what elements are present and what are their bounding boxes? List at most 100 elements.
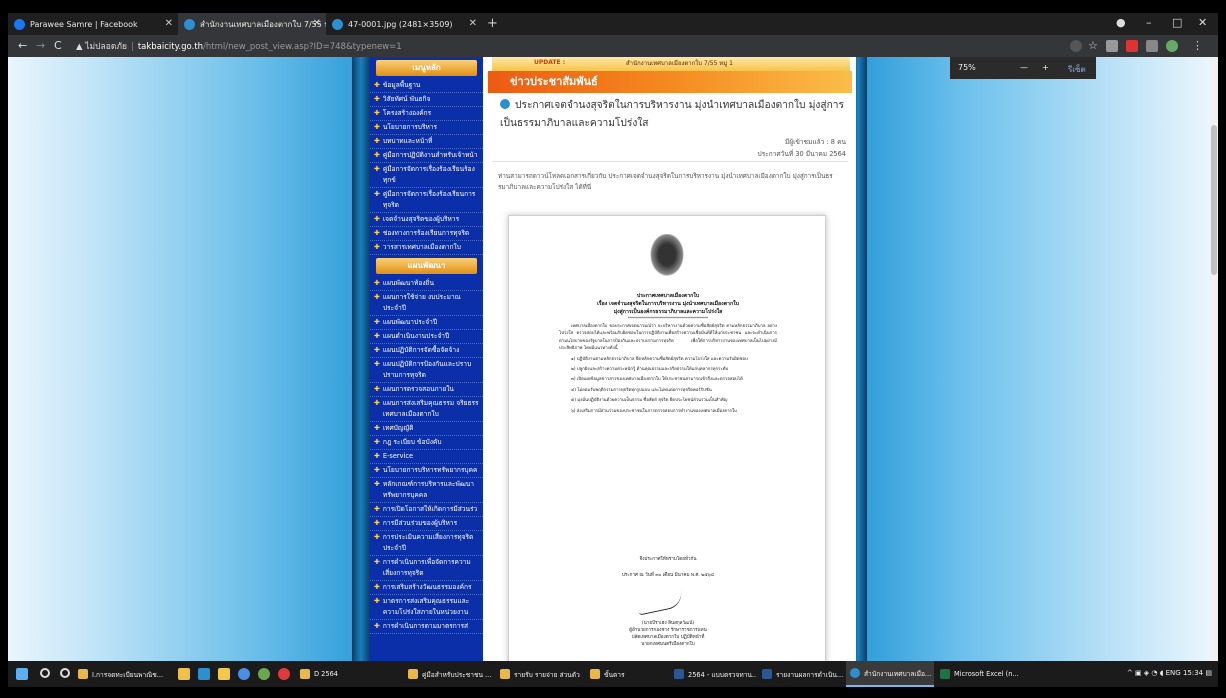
profile-icon[interactable]: ●: [1116, 16, 1126, 29]
system-tray: ^ ▣ ◈ ◔ ◖ ENG 15:34 ▤: [1127, 669, 1212, 677]
taskbar-app-active[interactable]: สำนักงานเทศบาลเมือ...: [846, 661, 934, 687]
folder-icon: [78, 669, 88, 679]
sidebar-item[interactable]: ✚ มาตรการส่งเสริมคุณธรรมและ ความโปร่งใสภา…: [370, 595, 483, 620]
maximize-button[interactable]: □: [1172, 16, 1182, 29]
sidebar-item-label: นโยบายการบริหารทรัพยากรบุคค: [382, 466, 478, 474]
tab-image[interactable]: 47-0001.jpg (2481×3509) ✕: [326, 13, 482, 35]
plus-icon: ✚: [374, 533, 380, 541]
doc-stars: ****************************************: [628, 316, 708, 321]
plus-icon: ✚: [374, 597, 380, 605]
taskbar-app[interactable]: คู่มือสำหรับประชาชน ...: [404, 661, 494, 687]
search-icon[interactable]: [40, 668, 50, 678]
zoom-in-button[interactable]: +: [1042, 63, 1049, 72]
taskbar-app[interactable]: Microsoft Excel (n...: [936, 661, 1022, 687]
sidebar-item[interactable]: ✚ การดำเนินการตามมาตรการส่: [370, 620, 483, 634]
sidebar-item[interactable]: ✚ แผนดำเนินงานประจำปี: [370, 330, 483, 344]
windows-start-icon[interactable]: [16, 668, 28, 680]
taskbar-app-label: คู่มือสำหรับประชาชน ...: [422, 670, 492, 679]
tab-facebook[interactable]: Parawee Samre | Facebook ✕: [8, 13, 178, 35]
tray-icons[interactable]: ^ ▣ ◈ ◔ ◖: [1127, 669, 1164, 677]
puzzle-icon[interactable]: [1146, 40, 1158, 52]
extension-icon[interactable]: [1126, 40, 1138, 52]
announcement-document[interactable]: ประกาศเทศบาลเมืองตากใบ เรื่อง เจตจำนงสุจ…: [508, 215, 826, 661]
sidebar-item[interactable]: ✚ วารสารเทศบาลเมืองตากใบ: [370, 241, 483, 255]
sidebar-item[interactable]: ✚ คู่มือการจัดการเรื่องร้องเรียนการ ทุจริ…: [370, 188, 483, 213]
notification-icon[interactable]: ▤: [1205, 669, 1212, 677]
cortana-icon[interactable]: [60, 668, 70, 678]
sidebar-item[interactable]: ✚ คู่มือการจัดการเรื่องร้องเรียนร้อง ทุกข…: [370, 163, 483, 188]
sidebar-item[interactable]: ✚ แผนการใช้จ่าย งบประมาณ ประจำปี: [370, 291, 483, 316]
sidebar-item[interactable]: ✚ การเสริมสร้างวัฒนธรรมองค์กร: [370, 581, 483, 595]
sidebar-item[interactable]: ✚ บทบาทและหน้าที่: [370, 135, 483, 149]
sidebar-item-label: หลักเกณฑ์การบริหารและพัฒนา ทรัพยากรบุคคล: [382, 480, 474, 499]
close-tab-icon[interactable]: ✕: [313, 18, 321, 29]
sidebar-item[interactable]: ✚ หลักเกณฑ์การบริหารและพัฒนา ทรัพยากรบุคค…: [370, 478, 483, 503]
menu-icon[interactable]: ⋮: [1192, 39, 1203, 52]
close-window-button[interactable]: ✕: [1198, 16, 1207, 29]
browser-tab-bar: Parawee Samre | Facebook ✕ สำนักงานเทศบา…: [8, 13, 1218, 35]
taskbar-app[interactable]: D 2564: [296, 661, 386, 687]
new-tab-button[interactable]: +: [487, 16, 498, 31]
sidebar-item[interactable]: ✚ แผนการตรวจสอบภายใน: [370, 383, 483, 397]
taskbar-app-label: Microsoft Excel (n...: [954, 670, 1019, 678]
sidebar-item[interactable]: ✚ แผนการส่งเสริมคุณธรรม จริยธรร เทศบาลเมื…: [370, 397, 483, 422]
reload-button[interactable]: C: [54, 39, 62, 52]
zoom-out-button[interactable]: —: [1020, 63, 1028, 72]
sidebar-item[interactable]: ✚ การประเมินความเสี่ยงการทุจริต ประจำปี: [370, 531, 483, 556]
sidebar-item[interactable]: ✚ ช่องทางการร้องเรียนการทุจริต: [370, 227, 483, 241]
background-left: [8, 57, 369, 661]
zoom-reset-button[interactable]: รีเซ็ต: [1068, 63, 1086, 76]
sidebar-item[interactable]: ✚ แผนปฏิบัติการจัดซื้อจัดจ้าง: [370, 344, 483, 358]
sidebar-item[interactable]: ✚ วิสัยทัศน์ พันธกิจ: [370, 93, 483, 107]
plus-icon: ✚: [374, 215, 380, 223]
sidebar-item[interactable]: ✚ การดำเนินการเพื่อจัดการความ เสี่ยงการทุ…: [370, 556, 483, 581]
sidebar-item[interactable]: ✚ E-service: [370, 450, 483, 464]
app-icon[interactable]: [278, 668, 290, 680]
scrollbar[interactable]: [1210, 57, 1218, 661]
chrome-icon[interactable]: [238, 668, 250, 680]
plus-icon: ✚: [374, 279, 380, 287]
forward-button[interactable]: →: [36, 39, 45, 52]
sidebar-item[interactable]: ✚ แผนพัฒนาท้องถิ่น: [370, 277, 483, 291]
sidebar-item[interactable]: ✚ แผนปฏิบัติการป้องกันและปราบ ปรามการทุจร…: [370, 358, 483, 383]
zoom-indicator-icon[interactable]: [1070, 40, 1082, 52]
taskbar-app-label: I.การจดทะเบียนพาณิช...: [92, 670, 164, 679]
app-icon[interactable]: [258, 668, 270, 680]
sidebar-item[interactable]: ✚ นโยบายการบริหารทรัพยากรบุคค: [370, 464, 483, 478]
sidebar-item[interactable]: ✚ เทศบัญญัติ: [370, 422, 483, 436]
taskbar-app[interactable]: รายงานผลการดำเนิน...: [758, 661, 844, 687]
extension-icon[interactable]: [1106, 40, 1118, 52]
scrollbar-thumb[interactable]: [1211, 125, 1217, 275]
sidebar-item[interactable]: ✚ เจตจำนงสุจริตของผู้บริหาร: [370, 213, 483, 227]
mail-icon[interactable]: [198, 668, 210, 680]
clock[interactable]: 15:34: [1183, 669, 1203, 677]
tab-takbai[interactable]: สำนักงานเทศบาลเมืองตากใบ 7/55 หมู่ ✕: [178, 13, 326, 35]
sidebar-item[interactable]: ✚ โครงสร้างองค์กร: [370, 107, 483, 121]
close-tab-icon[interactable]: ✕: [469, 18, 477, 29]
sidebar-item[interactable]: ✚ การมีส่วนร่วมของผู้บริหาร: [370, 517, 483, 531]
sidebar-item[interactable]: ✚ ข้อมูลพื้นฐาน: [370, 79, 483, 93]
sidebar-item-label: นโยบายการบริหาร: [382, 123, 438, 131]
close-tab-icon[interactable]: ✕: [165, 18, 173, 29]
taskbar-app[interactable]: รายรับ รายจ่าย ส่วนตัว: [496, 661, 582, 687]
url-field[interactable]: ▲ ไม่ปลอดภัย | takbaicity.go.th/html/new_p…: [76, 39, 402, 53]
pin-icon[interactable]: [218, 668, 230, 680]
plus-icon: ✚: [374, 505, 380, 513]
taskbar-app[interactable]: ขั้นตาร: [586, 661, 662, 687]
sidebar-item[interactable]: ✚ คู่มือการปฏิบัติงานสำหรับเจ้าหน้า: [370, 149, 483, 163]
avatar[interactable]: [1166, 40, 1178, 52]
sidebar-item[interactable]: ✚ การเปิดโอกาสให้เกิดการมีส่วนร่ว: [370, 503, 483, 517]
taskbar-app[interactable]: 2564 - แบบตรวจทาน...: [670, 661, 756, 687]
taskbar-app[interactable]: I.การจดทะเบียนพาณิช...: [74, 661, 170, 687]
plus-icon: ✚: [374, 360, 380, 368]
file-explorer-icon[interactable]: [178, 668, 190, 680]
language-indicator[interactable]: ENG: [1166, 669, 1181, 677]
back-button[interactable]: ←: [18, 39, 27, 52]
update-label: UPDATE :: [534, 59, 566, 66]
sidebar-item[interactable]: ✚ กฎ ระเบียบ ข้อบังคับ: [370, 436, 483, 450]
star-icon[interactable]: ☆: [1088, 39, 1098, 52]
minimize-button[interactable]: –: [1146, 16, 1152, 29]
sidebar-item[interactable]: ✚ นโยบายการบริหาร: [370, 121, 483, 135]
sidebar-item[interactable]: ✚ แผนพัฒนาประจำปี: [370, 316, 483, 330]
not-secure-label[interactable]: ▲ ไม่ปลอดภัย: [76, 42, 127, 52]
